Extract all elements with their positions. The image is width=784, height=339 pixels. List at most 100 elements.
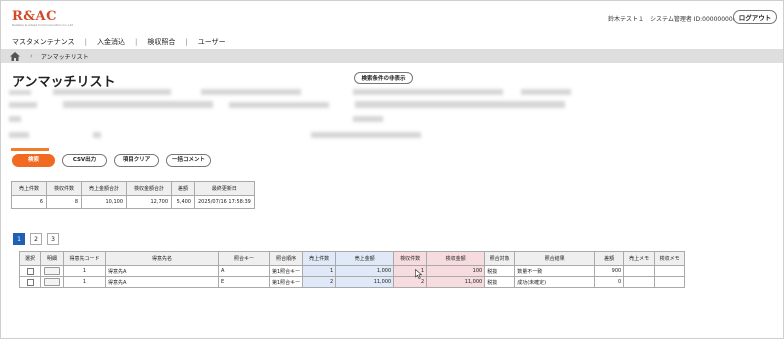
summary-value: 12,700	[126, 195, 172, 209]
col-header-select: 選択	[19, 251, 41, 266]
page-button-3[interactable]: 3	[47, 233, 59, 245]
match-target-cell: 税抜	[484, 265, 516, 277]
redacted-field	[93, 132, 101, 138]
redacted-field	[9, 102, 37, 108]
table-row: 1 得意先A E 第1照合キー 2 11,000 2 11,000 税抜 成功(…	[19, 276, 686, 288]
customer-name-cell: 得意先A	[105, 265, 219, 277]
col-header-sales-amount: 売上金額	[335, 251, 395, 266]
progress-accent	[11, 148, 49, 151]
mouse-cursor-icon	[415, 269, 423, 279]
table-row: 1 得意先A A 第1照合キー 1 1,000 1 100 税抜 数量不一致 9…	[19, 265, 686, 277]
match-result-cell: 数量不一致	[514, 265, 596, 277]
chevron-right-icon: ›	[30, 52, 33, 60]
redacted-field	[53, 89, 171, 95]
detail-button[interactable]	[44, 278, 60, 286]
col-header-sales-memo: 売上メモ	[623, 251, 656, 266]
summary-value: 8	[46, 195, 82, 209]
redacted-field	[355, 101, 565, 108]
inspection-memo-cell[interactable]	[654, 265, 686, 277]
col-header-difference: 差額	[594, 251, 625, 266]
csv-export-button[interactable]: CSV出力	[62, 154, 107, 167]
menu-item-master[interactable]: マスタメンテナンス	[12, 37, 85, 47]
main-menu: マスタメンテナンス | 入金消込 | 検収照合 | ユーザー	[12, 37, 236, 47]
col-header-inspection-memo: 検収メモ	[654, 251, 686, 266]
hide-conditions-button[interactable]: 検索条件の非表示	[354, 72, 413, 84]
col-header-match-target: 照合対象	[484, 251, 516, 266]
page-title: アンマッチリスト	[12, 75, 116, 90]
summary-value: 6	[11, 195, 47, 209]
menu-item-user[interactable]: ユーザー	[188, 37, 236, 47]
detail-cell	[40, 276, 64, 288]
sales-memo-cell[interactable]	[623, 265, 656, 277]
col-header-customer-code: 得意先コード	[63, 251, 106, 266]
detail-button[interactable]	[44, 267, 60, 275]
match-key-cell: E	[218, 276, 270, 288]
row-select-checkbox[interactable]	[26, 278, 34, 286]
detail-cell	[40, 265, 64, 277]
breadcrumb: › アンマッチリスト	[1, 49, 783, 63]
match-key-cell: A	[218, 265, 270, 277]
customer-code-cell: 1	[63, 276, 106, 288]
menu-item-payment[interactable]: 入金消込	[87, 37, 135, 47]
last-update-value: 2025/07/16 17:58:39	[194, 195, 255, 209]
redacted-field	[9, 90, 31, 95]
last-update-table: 最終更新日 2025/07/16 17:58:39	[194, 181, 255, 209]
summary-value: 10,100	[81, 195, 127, 209]
user-info: 鈴木テスト１ システム管理者 ID:0000000001	[608, 16, 741, 23]
redacted-field	[521, 89, 571, 95]
select-cell	[19, 276, 41, 288]
col-header-detail: 明細	[40, 251, 64, 266]
sales-amount-cell: 1,000	[335, 265, 395, 277]
breadcrumb-current: アンマッチリスト	[40, 53, 89, 61]
summary-header: 売上金額合計	[81, 181, 127, 196]
difference-cell: 0	[594, 276, 625, 288]
inspection-memo-cell[interactable]	[654, 276, 686, 288]
match-order-cell: 第1照合キー	[268, 276, 304, 288]
redacted-field	[63, 101, 213, 108]
clear-fields-button[interactable]: 項目クリア	[114, 154, 159, 167]
customer-name-cell: 得意先A	[105, 276, 219, 288]
summary-value: 5,400	[171, 195, 195, 209]
sales-count-cell: 2	[302, 276, 337, 288]
menu-item-inspection[interactable]: 検収照合	[137, 37, 185, 47]
sales-memo-cell[interactable]	[623, 276, 656, 288]
summary-header: 検収金額合計	[126, 181, 172, 196]
last-update-header: 最終更新日	[194, 181, 255, 196]
redacted-field	[9, 132, 29, 138]
summary-header: 検収件数	[46, 181, 82, 196]
summary-header: 差額	[171, 181, 195, 196]
page-button-1[interactable]: 1	[13, 233, 25, 245]
customer-code-cell: 1	[63, 265, 106, 277]
row-select-checkbox[interactable]	[26, 267, 34, 275]
match-result-cell: 成功(未確定)	[514, 276, 596, 288]
unmatch-table: 選択 明細 得意先コード 得意先名 照合キー 照合順序 売上件数 売上金額 検収…	[19, 251, 686, 288]
col-header-inspection-amount: 検収金額	[426, 251, 486, 266]
bulk-comment-button[interactable]: 一括コメント	[166, 154, 211, 167]
redacted-field	[353, 89, 503, 95]
difference-cell: 900	[594, 265, 625, 277]
col-header-match-order: 照合順序	[268, 251, 304, 266]
company-logo: R&AC Reliable & Adept Communication Co.,…	[12, 10, 74, 28]
col-header-inspection-count: 検収件数	[393, 251, 428, 266]
select-cell	[19, 265, 41, 277]
match-target-cell: 税抜	[484, 276, 516, 288]
summary-table: 売上件数 検収件数 売上金額合計 検収金額合計 差額 6 8 10,100 12…	[11, 181, 195, 209]
col-header-match-result: 照合結果	[514, 251, 596, 266]
sales-count-cell: 1	[302, 265, 337, 277]
col-header-match-key: 照合キー	[218, 251, 270, 266]
search-button[interactable]: 検索	[12, 154, 55, 167]
redacted-field	[9, 116, 21, 122]
col-header-customer-name: 得意先名	[105, 251, 219, 266]
table-header-row: 選択 明細 得意先コード 得意先名 照合キー 照合順序 売上件数 売上金額 検収…	[19, 251, 686, 266]
inspection-amount-cell: 11,000	[426, 276, 486, 288]
pagination: 1 2 3	[13, 233, 64, 245]
home-icon[interactable]	[10, 51, 20, 61]
match-order-cell: 第1照合キー	[268, 265, 304, 277]
logo-subtitle: Reliable & Adept Communication Co.,Ltd	[12, 23, 74, 27]
inspection-amount-cell: 100	[426, 265, 486, 277]
logout-button[interactable]: ログアウト	[733, 10, 777, 24]
redacted-field	[353, 116, 383, 122]
page-button-2[interactable]: 2	[30, 233, 42, 245]
redacted-field	[201, 89, 301, 95]
app-window: R&AC Reliable & Adept Communication Co.,…	[0, 0, 784, 339]
